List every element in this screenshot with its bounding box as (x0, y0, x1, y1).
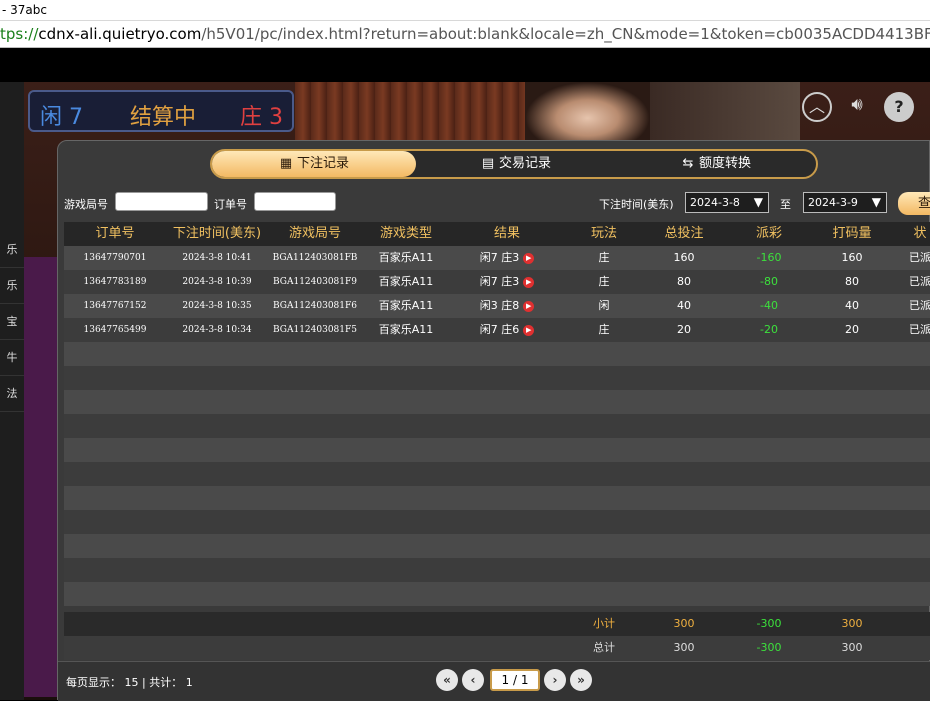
col-round: 游戏局号 (288, 226, 341, 241)
empty-row (64, 438, 930, 462)
left-nav: 乐 乐 宝 牛 法 (0, 82, 24, 700)
round-label: 游戏局号 (64, 198, 108, 211)
left-nav-item[interactable]: 牛 (0, 340, 24, 376)
empty-row (64, 486, 930, 510)
document-icon: ▤ (481, 156, 495, 171)
from-date-select[interactable]: 2024-3-8 ▼ (685, 192, 769, 213)
col-total: 总投注 (664, 226, 704, 241)
col-time: 下注时间(美东) (172, 226, 262, 241)
page-size-info: 每页显示： 15 | 共计： 1 (66, 676, 193, 689)
records-modal: ▦ 下注记录 ▤ 交易记录 ⇆ 额度转换 游戏局号 订单号 下注时间(美东) 2024… (57, 140, 930, 701)
address-bar[interactable]: tps://cdnx-ali.quietryo.com/h5V01/pc/ind… (0, 21, 930, 48)
first-page-icon[interactable]: « (436, 669, 458, 691)
records-tabs: ▦ 下注记录 ▤ 交易记录 ⇆ 额度转换 (210, 149, 818, 179)
empty-row (64, 390, 930, 414)
help-icon[interactable]: ? (884, 92, 914, 122)
collapse-up-icon[interactable]: ︿ (802, 92, 832, 122)
transfer-icon: ⇆ (682, 156, 694, 171)
table-header: 订单号 下注时间(美东) 游戏局号 游戏类型 结果 玩法 总投注 派彩 打码量 … (64, 222, 930, 246)
background-curtain (295, 82, 525, 142)
filter-bar: 游戏局号 订单号 下注时间(美东) 2024-3-8 ▼ 至 2024-3-9 ▼ … (58, 189, 930, 217)
url-host: cdnx-ali.quietryo.com (38, 25, 202, 43)
page-indicator[interactable]: 1 / 1 (490, 669, 540, 691)
play-replay-icon[interactable]: ▶ (523, 324, 535, 336)
to-date-select[interactable]: 2024-3-9 ▼ (803, 192, 887, 213)
table-row[interactable]: 13647783189 2024-3-8 10:39 BGA112403081F… (64, 270, 930, 294)
play-replay-icon[interactable]: ▶ (523, 252, 535, 264)
col-status: 状 (913, 226, 927, 241)
query-button[interactable]: 查 (898, 192, 930, 215)
left-panel-background (24, 257, 60, 697)
url-scheme: tps:// (0, 25, 39, 43)
play-replay-icon[interactable]: ▶ (523, 300, 535, 312)
browser-toolbar-gap (0, 48, 930, 82)
prev-page-icon[interactable]: ‹ (462, 669, 484, 691)
empty-row (64, 582, 930, 606)
col-type: 游戏类型 (379, 226, 432, 241)
col-payout: 派彩 (755, 226, 782, 241)
player-score: 闲 7 (40, 105, 83, 130)
tab-bet-records[interactable]: ▦ 下注记录 (212, 151, 416, 177)
empty-row (64, 534, 930, 558)
col-turnover: 打码量 (832, 226, 872, 241)
to-label: 至 (780, 198, 791, 211)
left-nav-item[interactable]: 宝 (0, 304, 24, 340)
background-dealer (525, 82, 650, 142)
score-panel: 闲 7 结算中 庄 3 (28, 90, 294, 132)
empty-row (64, 510, 930, 534)
dropdown-arrow-icon: ▼ (753, 195, 763, 209)
url-path: /h5V01/pc/index.html?return=about:blank&… (201, 25, 930, 43)
grandtotal-row: 总计 300 -300 300 (64, 636, 930, 660)
background-right (650, 82, 800, 142)
pagination-bar: 每页显示： 15 | 共计： 1 « ‹ 1 / 1 › » (58, 661, 930, 701)
empty-row (64, 462, 930, 486)
tab-credit-transfer[interactable]: ⇆ 额度转换 (616, 151, 816, 177)
table-row[interactable]: 13647790701 2024-3-8 10:41 BGA112403081F… (64, 246, 930, 270)
table-row[interactable]: 13647765499 2024-3-8 10:34 BGA112403081F… (64, 318, 930, 342)
order-input[interactable] (254, 192, 336, 211)
play-replay-icon[interactable]: ▶ (523, 276, 535, 288)
order-label: 订单号 (214, 198, 247, 211)
round-input[interactable] (115, 192, 208, 211)
tab-transaction-records[interactable]: ▤ 交易记录 (416, 151, 616, 177)
calendar-icon: ▦ (279, 156, 293, 171)
last-page-icon[interactable]: » (570, 669, 592, 691)
sound-icon[interactable]: 🔊︎ (842, 92, 872, 122)
banker-score: 庄 3 (240, 105, 283, 130)
dropdown-arrow-icon: ▼ (871, 195, 881, 209)
next-page-icon[interactable]: › (544, 669, 566, 691)
empty-row (64, 558, 930, 582)
col-bet: 玩法 (590, 226, 617, 241)
table-row[interactable]: 13647767152 2024-3-8 10:35 BGA112403081F… (64, 294, 930, 318)
empty-row (64, 366, 930, 390)
left-nav-item[interactable]: 乐 (0, 268, 24, 304)
col-order: 订单号 (95, 226, 135, 241)
col-result: 结果 (493, 226, 520, 241)
left-nav-item[interactable]: 法 (0, 376, 24, 412)
round-status: 结算中 (130, 105, 197, 130)
empty-row (64, 414, 930, 438)
left-nav-item[interactable]: 乐 (0, 232, 24, 268)
window-title: - 37abc (0, 0, 930, 21)
empty-row (64, 342, 930, 366)
time-label: 下注时间(美东) (599, 198, 674, 211)
subtotal-row: 小计 300 -300 300 (64, 612, 930, 636)
